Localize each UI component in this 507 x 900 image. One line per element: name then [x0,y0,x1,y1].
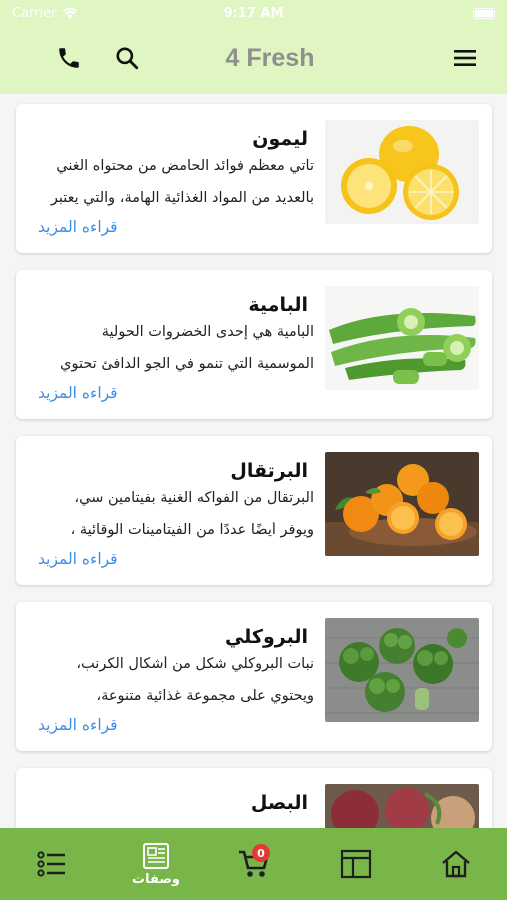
app-header: Carrier 9:17 AM 4 Fresh [0,0,507,94]
status-bar: Carrier 9:17 AM [0,0,507,28]
status-time: 9:17 AM [223,6,284,21]
home-icon [442,850,470,878]
product-title: ليمون [252,128,308,150]
product-list: ليمون تأتي معظم فوائد الحامض من محتواه ا… [0,94,507,828]
product-description-line: البامية هي إحدى الخضروات الحولية [101,324,314,340]
product-title: البرتقال [230,460,308,482]
product-description-line: ويوفر أيضًا عددًا من الفيتامينات الوقائي… [70,522,314,538]
toolbar: 4 Fresh [0,28,507,92]
product-description-line: البرتقال من الفواكه الغنية بفيتامين سي، [74,490,314,506]
product-description-line: بالعديد من المواد الغذائية الهامة، والتي… [50,190,314,206]
product-card-broccoli[interactable]: البروكلي نبات البروكلي شكل من أشكال الكر… [16,602,492,751]
battery-icon [473,8,495,19]
broccoli-image [325,618,479,722]
cart-badge: 0 [252,844,270,862]
menu-icon[interactable] [449,42,481,74]
read-more-link[interactable]: قراءه المزيد [38,218,118,236]
product-title: البامية [248,294,308,316]
product-card-onion[interactable]: البصل [16,768,492,828]
orange-image [325,452,479,556]
product-card-lemon[interactable]: ليمون تأتي معظم فوائد الحامض من محتواه ا… [16,104,492,253]
product-card-okra[interactable]: البامية البامية هي إحدى الخضروات الحولية… [16,270,492,419]
onion-image [325,784,479,828]
nav-layout[interactable] [324,828,388,900]
bottom-navigation: وصفات 0 [0,828,507,900]
product-description-line: نبات البروكلي شكل من أشكال الكرنب، [76,656,314,672]
product-title: البصل [250,792,308,814]
nav-recipes-label: وصفات [132,871,180,887]
lemon-image [325,120,479,224]
read-more-link[interactable]: قراءه المزيد [38,716,118,734]
product-description-line: ويحتوي على مجموعة غذائية متنوعة، [96,688,314,704]
product-title: البروكلي [224,626,308,648]
product-description-line: تأتي معظم فوائد الحامض من محتواه الغني [56,158,314,174]
search-icon[interactable] [111,42,143,74]
phone-icon[interactable] [53,42,85,74]
nav-home[interactable] [424,828,488,900]
app-title: 4 Fresh [225,44,315,72]
nav-cart[interactable]: 0 [222,828,286,900]
list-icon [37,851,65,877]
nav-recipes[interactable]: وصفات [120,828,192,900]
product-description-line: الموسمية التي تنمو في الجو الدافئ تحتوي [60,356,314,372]
layout-icon [340,849,372,879]
recipes-icon [143,842,169,869]
product-card-orange[interactable]: البرتقال البرتقال من الفواكه الغنية بفيت… [16,436,492,585]
read-more-link[interactable]: قراءه المزيد [38,550,118,568]
read-more-link[interactable]: قراءه المزيد [38,384,118,402]
okra-image [325,286,479,390]
nav-list[interactable] [20,828,84,900]
